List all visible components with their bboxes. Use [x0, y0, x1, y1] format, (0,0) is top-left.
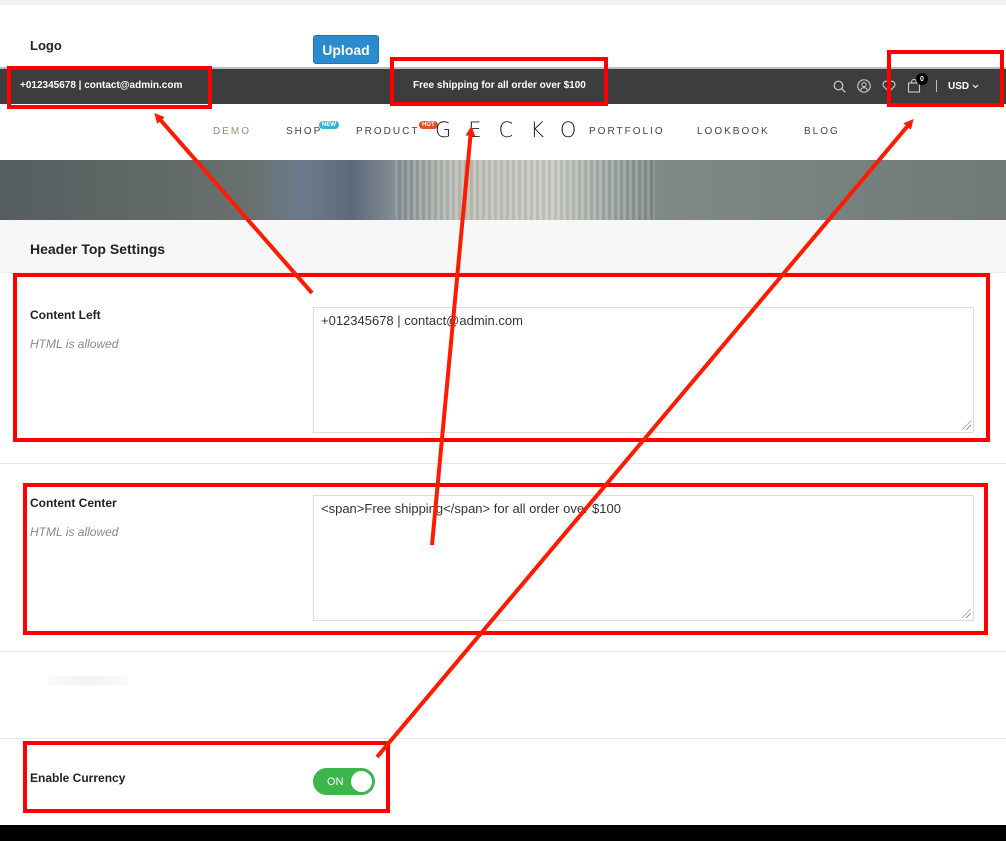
annotation-arrows [154, 112, 914, 759]
arrow-content-center [430, 126, 476, 546]
arrow-enable-currency [375, 118, 914, 759]
arrow-content-left [154, 112, 314, 295]
